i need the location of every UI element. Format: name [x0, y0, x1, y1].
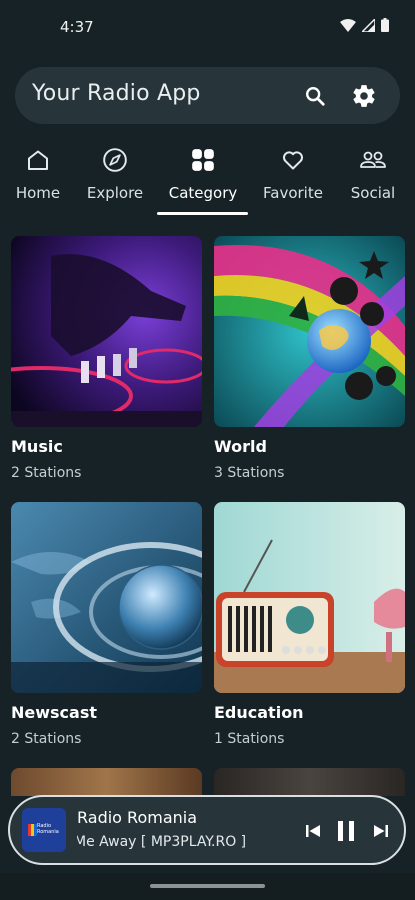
now-playing-text: Me Away [ MP3PLAY.RO ] — [77, 834, 247, 850]
tab-favorite-label: Favorite — [263, 184, 323, 202]
category-image-world — [214, 236, 405, 427]
app-bar: Your Radio App — [15, 67, 400, 124]
wifi-icon — [340, 18, 356, 32]
system-navigation-bar — [0, 873, 415, 900]
tab-social-label: Social — [350, 184, 396, 202]
heart-icon — [283, 151, 303, 170]
category-image-newscast — [11, 502, 202, 693]
category-image-education — [214, 502, 405, 693]
skip-previous-button[interactable] — [299, 817, 327, 845]
search-icon — [306, 87, 325, 106]
home-icon — [28, 150, 48, 170]
settings-button[interactable] — [348, 80, 380, 112]
compass-icon — [103, 148, 127, 172]
gear-icon — [353, 85, 375, 107]
station-name: Radio Romania — [77, 808, 198, 827]
category-count-newscast: 2 Stations — [11, 731, 82, 747]
category-card-education[interactable]: Education 1 Stations — [214, 502, 405, 747]
tab-favorite[interactable]: Favorite — [262, 140, 324, 216]
tab-explore-label: Explore — [86, 184, 144, 202]
category-image-partial — [214, 768, 405, 796]
category-count-education: 1 Stations — [214, 731, 285, 747]
people-icon — [360, 151, 386, 168]
category-image-partial — [11, 768, 202, 796]
tab-category[interactable]: Category — [165, 140, 241, 216]
category-title-newscast: Newscast — [11, 703, 97, 722]
gesture-handle[interactable] — [150, 884, 265, 888]
category-card-music[interactable]: Music 2 Stations — [11, 236, 202, 481]
category-image-music — [11, 236, 202, 427]
category-count-world: 3 Stations — [214, 465, 285, 481]
pause-icon — [338, 821, 354, 841]
skip-next-icon — [374, 825, 388, 837]
category-title-education: Education — [214, 703, 304, 722]
battery-icon — [381, 18, 389, 32]
category-card-partial-right[interactable] — [214, 768, 405, 796]
mini-player[interactable]: Radio Romania Radio Romania Me Away [ MP… — [8, 795, 406, 865]
app-title: Your Radio App — [32, 81, 201, 106]
skip-next-button[interactable] — [367, 817, 395, 845]
active-tab-indicator — [157, 212, 248, 215]
status-bar: 4:37 — [0, 0, 415, 56]
category-count-music: 2 Stations — [11, 465, 82, 481]
category-tabs: Home Explore Category Favorite Social — [0, 140, 415, 216]
pause-button[interactable] — [332, 817, 360, 845]
category-title-world: World — [214, 437, 267, 456]
category-card-partial-left[interactable] — [11, 768, 202, 796]
now-playing-marquee: Me Away [ MP3PLAY.RO ] — [77, 834, 247, 854]
station-logo-text: Radio Romania — [37, 823, 59, 835]
tab-category-label: Category — [168, 184, 238, 202]
cellular-signal-icon — [362, 18, 375, 32]
category-grid: Music 2 Stations World 3 Stations Newsca… — [0, 236, 415, 796]
tab-social[interactable]: Social — [349, 140, 397, 216]
station-logo: Radio Romania — [22, 808, 66, 852]
search-button[interactable] — [299, 80, 331, 112]
category-card-newscast[interactable]: Newscast 2 Stations — [11, 502, 202, 747]
category-card-world[interactable]: World 3 Stations — [214, 236, 405, 481]
tab-explore[interactable]: Explore — [86, 140, 144, 216]
tab-home-label: Home — [15, 184, 61, 202]
status-time: 4:37 — [60, 18, 94, 36]
skip-previous-icon — [306, 825, 320, 837]
category-title-music: Music — [11, 437, 63, 456]
status-icons — [340, 18, 389, 32]
grid-icon — [192, 149, 214, 171]
tab-home[interactable]: Home — [15, 140, 61, 216]
